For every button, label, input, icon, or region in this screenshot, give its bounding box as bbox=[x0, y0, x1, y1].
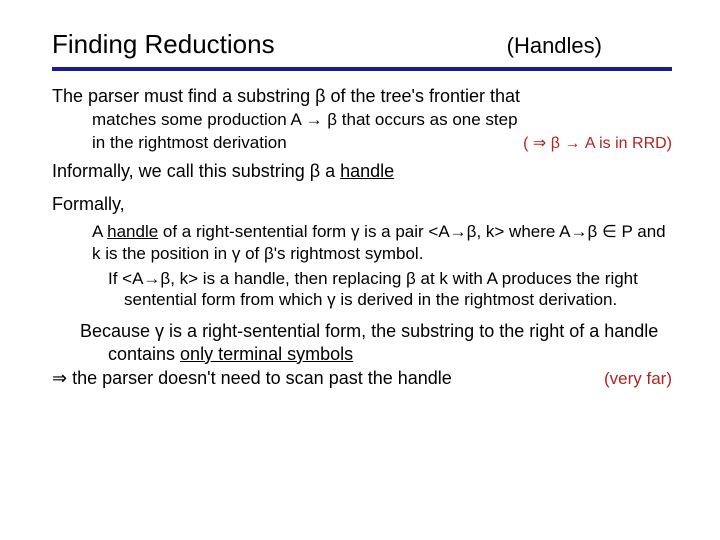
line-formally: Formally, bbox=[52, 193, 672, 216]
slide: Finding Reductions (Handles) The parser … bbox=[0, 0, 720, 410]
line-informally: Informally, we call this substring β a h… bbox=[52, 160, 672, 183]
slide-subtitle: (Handles) bbox=[507, 32, 672, 60]
therefore-text: ⇒ the parser doesn't need to scan past t… bbox=[52, 367, 452, 390]
formal-def-1: A handle of a right-sentential form γ is… bbox=[92, 221, 672, 264]
line-parser-find: The parser must find a substring β of th… bbox=[52, 85, 672, 108]
handle-underline-2: handle bbox=[107, 222, 158, 241]
line-therefore: ⇒ the parser doesn't need to scan past t… bbox=[52, 367, 672, 390]
rrd-note: ( ⇒ β → A is in RRD) bbox=[523, 134, 672, 154]
line-rightmost-derivation: in the rightmost derivation ( ⇒ β → A is… bbox=[92, 132, 672, 154]
handle-underline: handle bbox=[340, 161, 394, 181]
line-matches-production: matches some production A → β that occur… bbox=[92, 109, 672, 130]
line-rightmost-left: in the rightmost derivation bbox=[92, 132, 287, 153]
title-row: Finding Reductions (Handles) bbox=[52, 28, 672, 71]
line-because: Because γ is a right-sentential form, th… bbox=[52, 320, 672, 365]
only-terminals-underline: only terminal symbols bbox=[180, 344, 353, 364]
very-far-note: (very far) bbox=[604, 368, 672, 389]
slide-title: Finding Reductions bbox=[52, 28, 275, 61]
informally-text: Informally, we call this substring β a bbox=[52, 161, 340, 181]
formal-def-2: If <A→β, k> is a handle, then replacing … bbox=[108, 268, 672, 311]
